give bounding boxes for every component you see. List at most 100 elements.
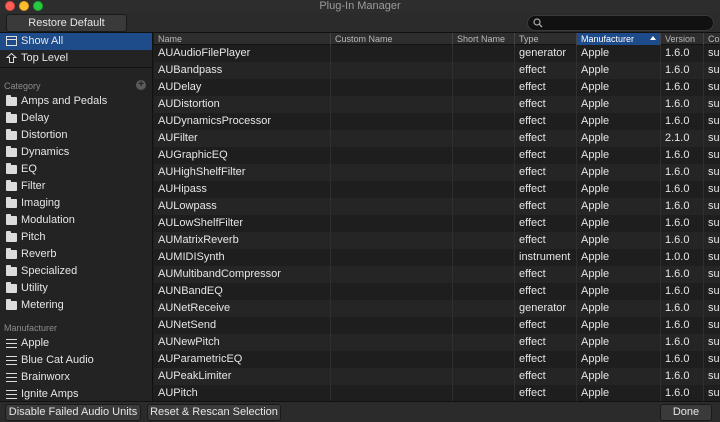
table-row[interactable]: AUMatrixReverb effectApple1.6.0 suc <box>154 232 720 249</box>
sidebar-item-label: Apple <box>21 337 50 349</box>
cell-version: 2.1.0 <box>661 130 704 147</box>
table-row[interactable]: AUHipass effectApple1.6.0 suc <box>154 181 720 198</box>
sidebar-item-top-level[interactable]: Top Level <box>0 50 152 68</box>
folder-icon <box>6 163 17 174</box>
table-row[interactable]: AUNetSend effectApple1.6.0 suc <box>154 317 720 334</box>
cell-version: 1.6.0 <box>661 164 704 181</box>
search-field[interactable] <box>527 15 714 31</box>
table-row[interactable]: AUNetReceive generatorApple1.6.0 suc <box>154 300 720 317</box>
sidebar-item-category[interactable]: Delay <box>0 110 152 127</box>
cell-custom-name <box>331 351 453 368</box>
table-row[interactable]: AUDistortion effectApple1.6.0 suc <box>154 96 720 113</box>
table-row[interactable]: AUAudioFilePlayer generatorApple1.6.0 suc <box>154 45 720 62</box>
cell-short-name <box>453 232 515 249</box>
cell-custom-name <box>331 181 453 198</box>
column-header-name[interactable]: Name <box>154 33 331 45</box>
table-row[interactable]: AUMIDISynth instrumentApple1.0.0 suc <box>154 249 720 266</box>
cell-compatibility: suc <box>708 336 720 348</box>
sidebar-item-category[interactable]: Distortion <box>0 127 152 144</box>
sidebar-item-manufacturer[interactable]: Apple <box>0 335 152 352</box>
table-row[interactable]: AUMultibandCompressor effectApple1.6.0 suc <box>154 266 720 283</box>
cell-type: effect <box>515 351 577 368</box>
list-icon <box>6 373 17 382</box>
sidebar-item-label: Reverb <box>21 248 57 260</box>
sidebar-item-category[interactable]: Imaging <box>0 195 152 212</box>
folder-icon <box>6 180 17 191</box>
cell-manufacturer: Apple <box>577 181 661 198</box>
sidebar-item-category[interactable]: Metering <box>0 297 152 314</box>
cell-name: AUBandpass <box>154 62 331 79</box>
sidebar-item-category[interactable]: Amps and Pedals <box>0 93 152 110</box>
sidebar-item-manufacturer[interactable]: Brainworx <box>0 369 152 386</box>
cell-compatibility: suc <box>708 166 720 178</box>
table-row[interactable]: AUNBandEQ effectApple1.6.0 suc <box>154 283 720 300</box>
cell-compatibility: suc <box>708 47 720 59</box>
folder-icon <box>6 197 17 208</box>
cell-compatibility: suc <box>708 81 720 93</box>
cell-type: effect <box>515 62 577 79</box>
table-row[interactable]: AUPitch effectApple1.6.0 suc <box>154 385 720 401</box>
reset-rescan-selection-button[interactable]: Reset & Rescan Selection <box>147 404 281 421</box>
table-row[interactable]: AUDelay effectApple1.6.0 suc <box>154 79 720 96</box>
add-category-button[interactable]: + <box>136 80 146 90</box>
table-row[interactable]: AUBandpass effectApple1.6.0 suc <box>154 62 720 79</box>
cell-manufacturer: Apple <box>577 351 661 368</box>
column-header-compatibility[interactable]: Co <box>704 33 720 45</box>
disable-failed-audio-units-button[interactable]: Disable Failed Audio Units <box>5 404 141 421</box>
cell-manufacturer: Apple <box>577 283 661 300</box>
search-input[interactable] <box>546 16 711 30</box>
cell-short-name <box>453 351 515 368</box>
cell-type: generator <box>515 45 577 62</box>
sidebar: Show All Top Level Category + Amps and P… <box>0 33 153 401</box>
sidebar-item-label: Modulation <box>21 214 75 226</box>
cell-compatibility: suc <box>708 64 720 76</box>
sidebar-item-category[interactable]: Pitch <box>0 229 152 246</box>
sidebar-item-category[interactable]: Reverb <box>0 246 152 263</box>
cell-compatibility: suc <box>708 302 720 314</box>
search-icon <box>533 18 543 28</box>
table-row[interactable]: AUHighShelfFilter effectApple1.6.0 suc <box>154 164 720 181</box>
cell-manufacturer: Apple <box>577 317 661 334</box>
list-icon <box>6 356 17 365</box>
cell-type: effect <box>515 232 577 249</box>
sidebar-item-label: Metering <box>21 299 64 311</box>
cell-type: instrument <box>515 249 577 266</box>
sidebar-item-category[interactable]: Modulation <box>0 212 152 229</box>
table-row[interactable]: AUPeakLimiter effectApple1.6.0 suc <box>154 368 720 385</box>
cell-custom-name <box>331 113 453 130</box>
done-button[interactable]: Done <box>660 404 712 421</box>
column-header-manufacturer[interactable]: Manufacturer <box>577 33 661 45</box>
sidebar-item-category[interactable]: EQ <box>0 161 152 178</box>
column-header-version[interactable]: Version <box>661 33 704 45</box>
cell-manufacturer: Apple <box>577 96 661 113</box>
table-row[interactable]: AUDynamicsProcessor effectApple1.6.0 suc <box>154 113 720 130</box>
column-header-short-name[interactable]: Short Name <box>453 33 515 45</box>
table-row[interactable]: AUGraphicEQ effectApple1.6.0 suc <box>154 147 720 164</box>
cell-type: effect <box>515 96 577 113</box>
sidebar-item-category[interactable]: Dynamics <box>0 144 152 161</box>
sidebar-item-category[interactable]: Filter <box>0 178 152 195</box>
folder-icon <box>6 248 17 259</box>
table-row[interactable]: AUParametricEQ effectApple1.6.0 suc <box>154 351 720 368</box>
sidebar-item-category[interactable]: Utility <box>0 280 152 297</box>
column-header-type[interactable]: Type <box>515 33 577 45</box>
cell-compatibility: suc <box>708 217 720 229</box>
sidebar-item-show-all[interactable]: Show All <box>0 33 152 50</box>
sidebar-item-label: Dynamics <box>21 146 70 158</box>
table-row[interactable]: AUFilter effectApple2.1.0 suc <box>154 130 720 147</box>
cell-compatibility: suc <box>708 98 720 110</box>
sidebar-item-category[interactable]: Specialized <box>0 263 152 280</box>
column-header-custom-name[interactable]: Custom Name <box>331 33 453 45</box>
table-row[interactable]: AUNewPitch effectApple1.6.0 suc <box>154 334 720 351</box>
folder-icon <box>6 129 17 140</box>
table-row[interactable]: AULowpass effectApple1.6.0 suc <box>154 198 720 215</box>
restore-default-settings-button[interactable]: Restore Default Settings <box>6 14 127 45</box>
cell-manufacturer: Apple <box>577 385 661 401</box>
sidebar-item-manufacturer[interactable]: Ignite Amps <box>0 386 152 401</box>
cell-custom-name <box>331 96 453 113</box>
cell-name: AUDistortion <box>154 96 331 113</box>
sidebar-item-label: Blue Cat Audio <box>21 354 94 366</box>
table-row[interactable]: AULowShelfFilter effectApple1.6.0 suc <box>154 215 720 232</box>
sidebar-item-manufacturer[interactable]: Blue Cat Audio <box>0 352 152 369</box>
sort-ascending-icon <box>650 36 656 40</box>
